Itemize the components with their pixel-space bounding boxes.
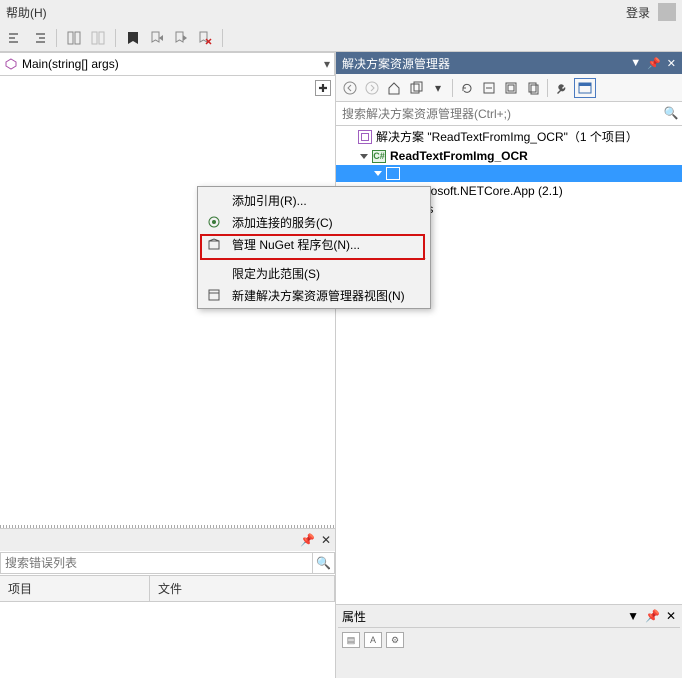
props-extra-icon[interactable]: ⚙ xyxy=(386,632,404,648)
back-icon[interactable] xyxy=(340,78,360,98)
sync-icon[interactable] xyxy=(406,78,426,98)
solution-toolbar: ▾ xyxy=(336,74,682,102)
tree-row-project[interactable]: C# ReadTextFromImg_OCR xyxy=(336,147,682,165)
menu-add-service[interactable]: 添加连接的服务(C) xyxy=(200,211,428,233)
error-search-input[interactable] xyxy=(0,552,313,574)
split-toggle-icon[interactable]: ✚ xyxy=(315,80,331,96)
main-toolbar xyxy=(0,24,682,52)
tree-row-solution[interactable]: 解决方案 "ReadTextFromImg_OCR"（1 个项目） xyxy=(336,126,682,147)
solution-search: 🔍 xyxy=(336,102,682,126)
close-icon[interactable]: ✕ xyxy=(321,533,331,547)
preview-toggle-icon[interactable] xyxy=(574,78,596,98)
pin-icon[interactable]: 📌 xyxy=(300,533,315,547)
user-avatar-icon[interactable] xyxy=(658,3,676,21)
error-list-panel: 📌 ✕ 🔍 项目 文件 xyxy=(0,528,335,678)
collapse-icon[interactable] xyxy=(479,78,499,98)
close-icon[interactable]: ✕ xyxy=(666,609,676,623)
expander-icon[interactable] xyxy=(374,171,382,176)
menu-new-view[interactable]: 新建解决方案资源管理器视图(N) xyxy=(200,284,428,306)
bookmark-prev-icon[interactable] xyxy=(148,29,166,47)
forward-icon[interactable] xyxy=(362,78,382,98)
separator xyxy=(115,29,116,47)
login-link[interactable]: 登录 xyxy=(626,4,650,21)
comment-icon[interactable] xyxy=(65,29,83,47)
categorize-icon[interactable]: ▤ xyxy=(342,632,360,648)
chevron-down-icon[interactable]: ▾ xyxy=(428,78,448,98)
bookmark-icon[interactable] xyxy=(124,29,142,47)
panel-title: 解决方案资源管理器 xyxy=(342,55,450,72)
alphabetize-icon[interactable]: A xyxy=(364,632,382,648)
solution-icon xyxy=(358,130,372,144)
refresh-icon[interactable] xyxy=(457,78,477,98)
solution-explorer: 解决方案资源管理器 ▼ 📌 ✕ ▾ 🔍 xyxy=(336,52,682,678)
column-project[interactable]: 项目 xyxy=(0,576,150,601)
wrench-icon[interactable] xyxy=(552,78,572,98)
menu-manage-nuget[interactable]: 管理 NuGet 程序包(N)... xyxy=(200,233,428,255)
showall-icon[interactable] xyxy=(501,78,521,98)
separator xyxy=(222,29,223,47)
copy-icon[interactable] xyxy=(523,78,543,98)
separator xyxy=(56,29,57,47)
menu-scope[interactable]: 限定为此范围(S) xyxy=(200,262,428,284)
dependency-label: icrosoft.NETCore.App (2.1) xyxy=(418,184,563,198)
pin-icon[interactable]: 📌 xyxy=(647,57,661,70)
bookmark-clear-icon[interactable] xyxy=(196,29,214,47)
help-menu[interactable]: 帮助(H) xyxy=(6,4,47,21)
chevron-down-icon[interactable]: ▾ xyxy=(324,57,330,71)
context-menu: 添加引用(R)... 添加连接的服务(C) 管理 NuGet 程序包(N)...… xyxy=(197,186,431,309)
home-icon[interactable] xyxy=(384,78,404,98)
csproj-icon: C# xyxy=(372,150,386,163)
new-view-icon xyxy=(204,288,224,302)
nuget-icon xyxy=(204,237,224,251)
error-table: 项目 文件 xyxy=(0,575,335,678)
tree-row-selected[interactable] xyxy=(336,165,682,182)
properties-panel: 属性 ▼ 📌 ✕ ▤ A ⚙ xyxy=(336,604,682,678)
column-file[interactable]: 文件 xyxy=(150,576,335,601)
close-icon[interactable]: ✕ xyxy=(667,57,676,70)
project-label: ReadTextFromImg_OCR xyxy=(390,149,528,163)
service-icon xyxy=(204,215,224,229)
menu-add-reference[interactable]: 添加引用(R)... xyxy=(200,189,428,211)
solution-explorer-title-bar[interactable]: 解决方案资源管理器 ▼ 📌 ✕ xyxy=(336,52,682,74)
expander-icon[interactable] xyxy=(360,154,368,159)
dropdown-icon[interactable]: ▼ xyxy=(630,57,641,69)
solution-label: 解决方案 "ReadTextFromImg_OCR"（1 个项目） xyxy=(376,128,638,145)
search-icon[interactable]: 🔍 xyxy=(313,552,335,574)
menu-separator xyxy=(202,258,426,259)
search-icon[interactable]: 🔍 xyxy=(660,102,682,124)
bookmark-next-icon[interactable] xyxy=(172,29,190,47)
indent-in-icon[interactable] xyxy=(30,29,48,47)
editor-pane: Main(string[] args) ▾ ✚ 📌 ✕ 🔍 项目 文件 xyxy=(0,52,336,678)
menu-bar: 帮助(H) 登录 xyxy=(0,0,682,24)
method-icon xyxy=(4,57,18,71)
code-nav-bar[interactable]: Main(string[] args) ▾ xyxy=(0,52,335,76)
node-icon xyxy=(386,167,400,180)
properties-title: 属性 xyxy=(342,608,366,625)
uncomment-icon[interactable] xyxy=(89,29,107,47)
pin-icon[interactable]: 📌 xyxy=(645,609,660,623)
dropdown-icon[interactable]: ▼ xyxy=(627,609,639,623)
method-name: Main(string[] args) xyxy=(22,57,119,71)
solution-search-input[interactable] xyxy=(336,102,660,125)
indent-out-icon[interactable] xyxy=(6,29,24,47)
